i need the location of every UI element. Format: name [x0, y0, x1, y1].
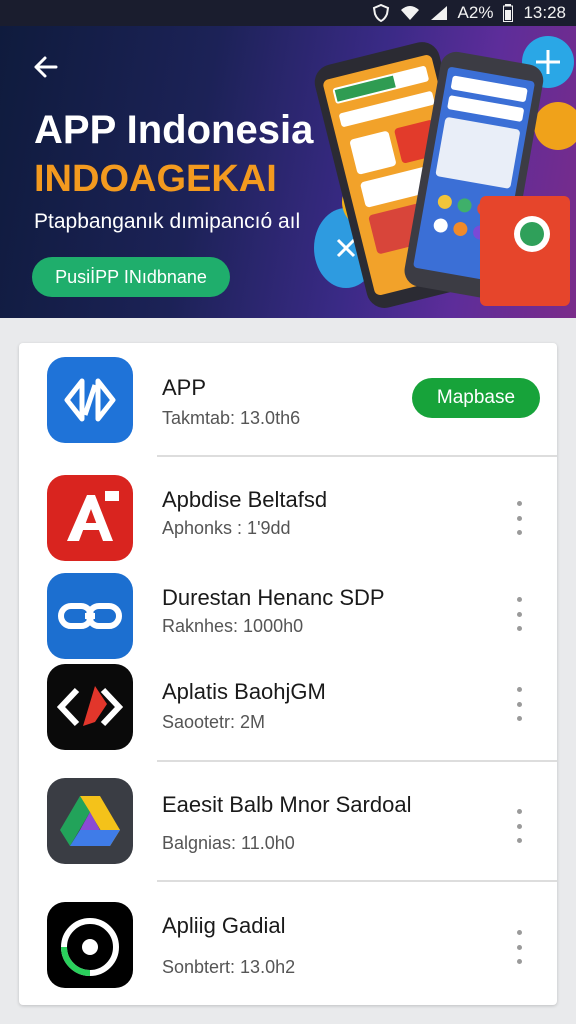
signal-icon [430, 5, 448, 21]
drive-triangle-icon [47, 778, 133, 864]
chain-link-icon [47, 573, 133, 659]
app-list-card: APP Takmtab: 13.0th6 Mapbase Apbdise Bel… [19, 343, 557, 1005]
app-meta: Takmtab: 13.0th6 [162, 408, 301, 428]
list-item[interactable]: Durestan Henanc SDP Raknhes: 1000h0 [19, 563, 557, 659]
app-name: Durestan Henanc SDP [162, 585, 385, 610]
app-meta: Aphonks : 1'9dd [162, 518, 291, 538]
app-name: Apbdise Beltafsd [162, 487, 328, 512]
more-options-button[interactable] [509, 930, 529, 964]
disc-icon [47, 902, 133, 988]
app-meta: Sonbtert: 13.0h2 [162, 957, 296, 977]
list-item[interactable]: Apliig Gadial Sonbtert: 13.0h2 [19, 882, 557, 1005]
shield-icon [372, 4, 390, 22]
app-meta: Saootetr: 2M [162, 712, 266, 732]
app-name: Eaesit Balb Mnor Sardoal [162, 792, 412, 817]
code-brackets-icon [47, 664, 133, 750]
more-options-button[interactable] [509, 687, 529, 721]
install-button[interactable]: Mapbase [412, 378, 540, 418]
banner-cta-button[interactable]: PusiİPP INıdbnane [32, 257, 230, 297]
banner-description: Ptapbanganık dımipancıó aıl [34, 210, 301, 233]
clock: 13:28 [523, 3, 566, 22]
more-options-button[interactable] [509, 501, 529, 535]
app-name: Apliig Gadial [162, 913, 286, 938]
list-item[interactable]: Aplatis BaohjGM Saootetr: 2M [19, 660, 557, 760]
more-options-button[interactable] [509, 597, 529, 631]
more-options-button[interactable] [509, 809, 529, 843]
list-item[interactable]: Eaesit Balb Mnor Sardoal Balgnias: 11.0h… [19, 762, 557, 880]
banner-title: APP Indonesia [34, 108, 314, 152]
app-name: Aplatis BaohjGM [162, 679, 326, 704]
banner-subtitle: INDOAGEKAI [34, 158, 277, 200]
status-bar: A2% 13:28 [0, 0, 576, 26]
app-logo-icon [47, 357, 133, 443]
app-name: APP [162, 375, 207, 400]
app-meta: Raknhes: 1000h0 [162, 616, 304, 636]
hero-banner: APP Indonesia INDOAGEKAI Ptapbanganık dı… [0, 26, 576, 318]
battery-percent: A2% [457, 3, 494, 22]
app-meta: Balgnias: 11.0h0 [162, 833, 295, 853]
battery-icon [503, 4, 514, 22]
back-button[interactable] [28, 50, 62, 84]
list-item[interactable]: APP Takmtab: 13.0th6 Mapbase [19, 343, 557, 456]
list-item[interactable]: Apbdise Beltafsd Aphonks : 1'9dd [19, 457, 557, 561]
phones-illustration [314, 36, 576, 308]
arrow-left-icon [34, 56, 58, 78]
letter-a-icon [47, 475, 133, 561]
wifi-icon [400, 5, 420, 21]
